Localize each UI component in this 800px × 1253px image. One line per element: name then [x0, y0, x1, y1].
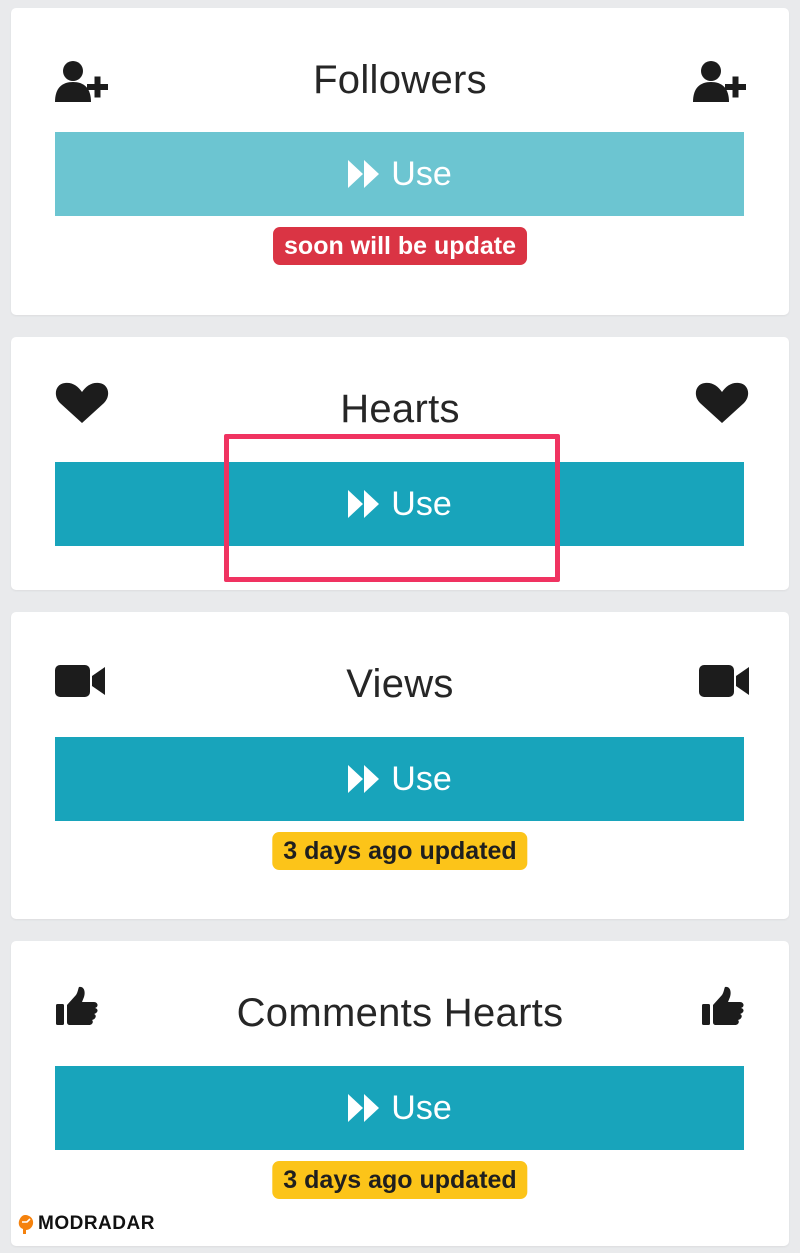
- status-badge: soon will be update: [273, 227, 527, 265]
- use-button-label: Use: [391, 484, 452, 523]
- fast-forward-icon: [348, 1094, 380, 1122]
- watermark-text: MODRADAR: [38, 1213, 155, 1234]
- card-views: Views Use 3 days ago updated: [11, 612, 789, 919]
- heart-icon: [694, 381, 750, 425]
- status-badge: 3 days ago updated: [272, 1161, 528, 1199]
- card-followers: Followers Use soon will be update: [11, 8, 789, 315]
- use-button-label: Use: [391, 154, 452, 193]
- card-title: Hearts: [340, 387, 460, 431]
- use-button-views[interactable]: Use: [55, 737, 744, 821]
- status-badge: 3 days ago updated: [272, 832, 528, 870]
- card-title: Views: [346, 662, 454, 706]
- use-button-comments-hearts[interactable]: Use: [55, 1066, 744, 1150]
- fast-forward-icon: [348, 160, 380, 188]
- fast-forward-icon: [348, 765, 380, 793]
- use-button-label: Use: [391, 1088, 452, 1127]
- radar-logo-icon: [18, 1215, 34, 1234]
- thumbs-up-icon: [700, 985, 756, 1029]
- card-title: Comments Hearts: [236, 991, 564, 1035]
- use-button-hearts[interactable]: Use: [55, 462, 744, 546]
- card-title: Followers: [313, 58, 487, 102]
- fast-forward-icon: [348, 490, 380, 518]
- use-button-label: Use: [391, 759, 452, 798]
- use-button-followers[interactable]: Use: [55, 132, 744, 216]
- card-comments-hearts: Comments Hearts Use 3 days ago updated: [11, 941, 789, 1246]
- video-camera-icon: [698, 659, 754, 703]
- card-hearts: Hearts Use: [11, 337, 789, 590]
- watermark: MODRADAR: [16, 1213, 155, 1235]
- user-plus-icon: [692, 60, 748, 104]
